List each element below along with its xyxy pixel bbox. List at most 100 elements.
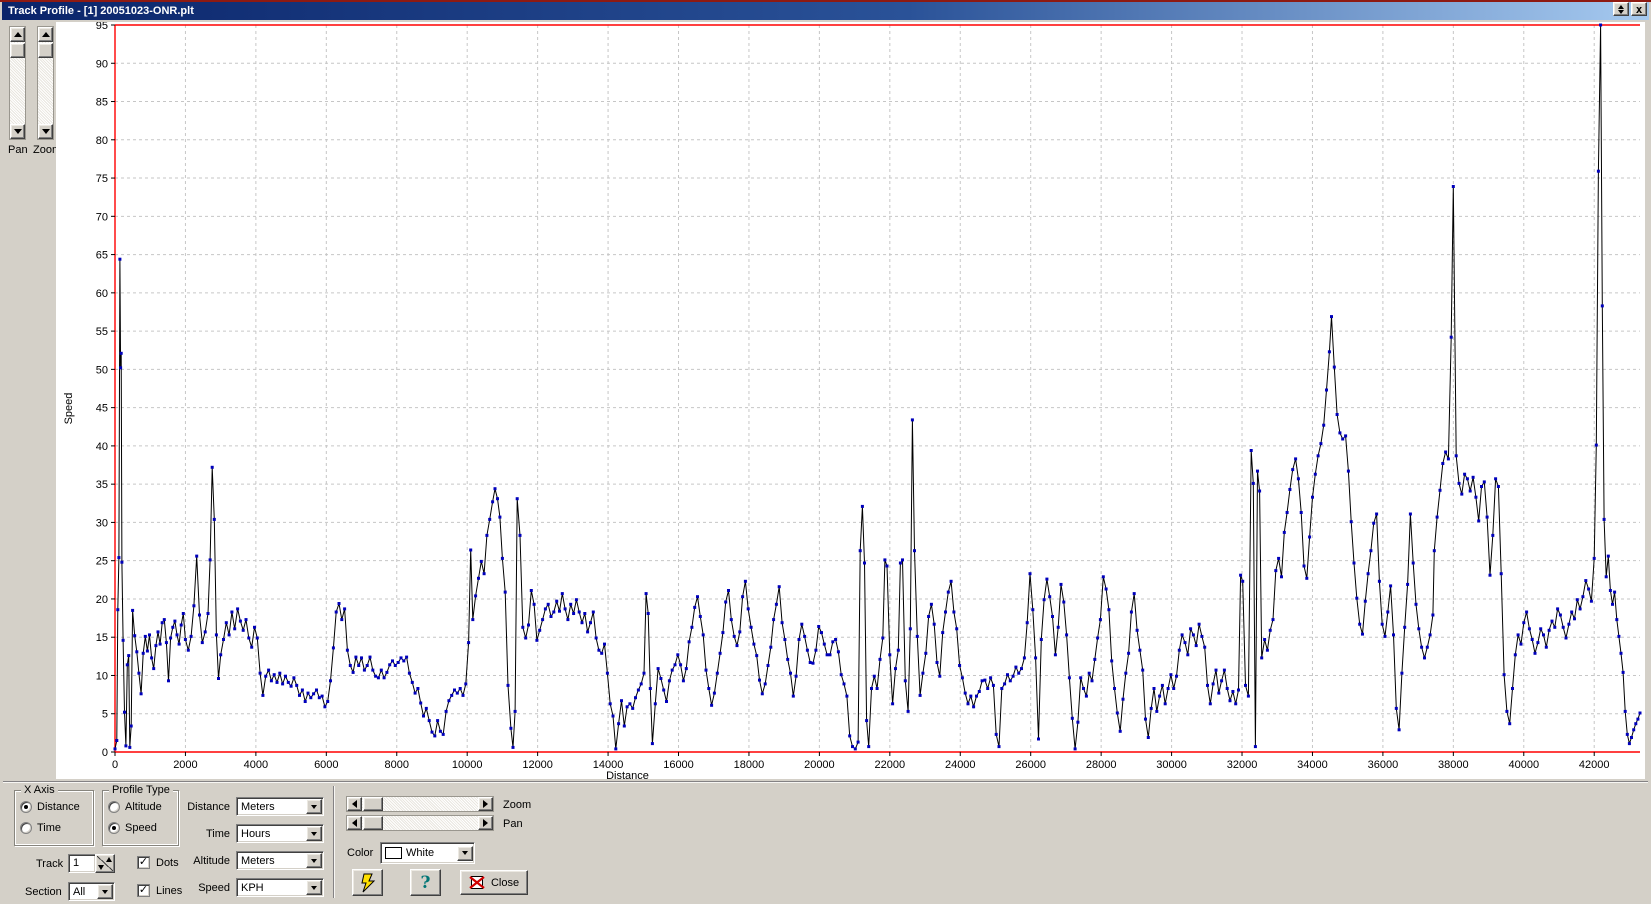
zoom-hscrollbar-label: Zoom: [503, 799, 531, 811]
window-title: Track Profile - [1] 20051023-ONR.plt: [2, 5, 194, 17]
pan-h-thumb[interactable]: [363, 816, 383, 830]
spin-down-icon: [98, 865, 104, 870]
chevron-down-icon: [311, 832, 317, 836]
panel-separator: [333, 786, 335, 898]
dropdown-button[interactable]: [306, 826, 322, 841]
track-input[interactable]: 1: [68, 854, 96, 873]
svg-text:55: 55: [96, 326, 108, 338]
svg-text:26000: 26000: [1015, 759, 1046, 771]
question-mark-icon: ?: [421, 873, 431, 893]
time-unit-combobox[interactable]: Hours: [236, 824, 324, 843]
svg-text:50: 50: [96, 364, 108, 376]
time-unit-label: Time: [160, 828, 230, 840]
close-button-label: Close: [491, 877, 519, 889]
pan-up-button[interactable]: [10, 27, 25, 42]
svg-text:45: 45: [96, 403, 108, 415]
color-combobox[interactable]: White: [380, 842, 475, 864]
zoom-left-button[interactable]: [347, 797, 362, 811]
svg-text:2000: 2000: [173, 759, 197, 771]
svg-text:28000: 28000: [1086, 759, 1117, 771]
color-value: White: [402, 847, 457, 859]
track-profile-chart[interactable]: 0510152025303540455055606570758085909502…: [56, 22, 1645, 779]
arrow-up-icon: [14, 32, 22, 37]
distance-unit-label: Distance: [160, 801, 230, 813]
svg-text:8000: 8000: [385, 759, 409, 771]
zoom-up-button[interactable]: [38, 27, 53, 42]
rollup-icon: [1618, 5, 1624, 9]
pan-right-button[interactable]: [478, 816, 493, 830]
radio-x-axis-distance[interactable]: Distance: [20, 801, 80, 813]
svg-text:10000: 10000: [452, 759, 483, 771]
zoom-down-button[interactable]: [38, 124, 53, 139]
speed-unit-label: Speed: [160, 882, 230, 894]
track-spinner[interactable]: [95, 854, 115, 873]
svg-text:22000: 22000: [875, 759, 906, 771]
radio-label: Distance: [37, 801, 80, 813]
pan-horizontal-scrollbar[interactable]: [346, 815, 494, 831]
radio-profile-altitude[interactable]: Altitude: [108, 801, 162, 813]
speed-vs-distance-plot: 0510152025303540455055606570758085909502…: [56, 22, 1645, 779]
help-button[interactable]: ?: [410, 869, 441, 896]
dots-checkbox[interactable]: ✓: [137, 856, 150, 869]
profile-type-group-legend: Profile Type: [109, 784, 173, 796]
svg-text:4000: 4000: [244, 759, 268, 771]
zoom-right-button[interactable]: [478, 797, 493, 811]
radio-icon[interactable]: [108, 801, 120, 813]
replot-button[interactable]: [352, 869, 383, 896]
svg-text:70: 70: [96, 211, 108, 223]
lines-checkbox[interactable]: ✓: [137, 884, 150, 897]
radio-icon[interactable]: [108, 822, 120, 834]
svg-text:30: 30: [96, 517, 108, 529]
chevron-down-icon: [311, 859, 317, 863]
pan-left-button[interactable]: [347, 816, 362, 830]
dropdown-button[interactable]: [97, 884, 113, 899]
close-icon: x: [1636, 3, 1643, 16]
dropdown-button[interactable]: [306, 799, 322, 814]
zoom-vertical-scrollbar[interactable]: [37, 26, 54, 140]
dropdown-button[interactable]: [306, 853, 322, 868]
radio-x-axis-time[interactable]: Time: [20, 822, 61, 834]
dropdown-button[interactable]: [457, 846, 473, 861]
yellow-arrow-icon: [359, 873, 377, 893]
radio-icon[interactable]: [20, 801, 32, 813]
pan-hscrollbar-label: Pan: [503, 818, 523, 830]
arrow-up-icon: [42, 32, 50, 37]
radio-profile-speed[interactable]: Speed: [108, 822, 157, 834]
rollup-button[interactable]: [1613, 2, 1629, 16]
svg-text:35: 35: [96, 479, 108, 491]
altitude-unit-label: Altitude: [160, 855, 230, 867]
pan-down-button[interactable]: [10, 124, 25, 139]
svg-text:75: 75: [96, 173, 108, 185]
pan-scrollbar-thumb[interactable]: [10, 43, 25, 58]
svg-text:5: 5: [102, 709, 108, 721]
section-combobox[interactable]: All: [68, 882, 115, 901]
svg-text:38000: 38000: [1438, 759, 1469, 771]
title-bar: Track Profile - [1] 20051023-ONR.plt: [2, 2, 1649, 20]
svg-text:18000: 18000: [734, 759, 765, 771]
radio-label: Time: [37, 822, 61, 834]
dropdown-button[interactable]: [306, 880, 322, 895]
pan-vertical-scrollbar[interactable]: [9, 26, 26, 140]
zoom-h-thumb[interactable]: [363, 797, 383, 811]
distance-unit-combobox[interactable]: Meters: [236, 797, 324, 816]
zoom-scrollbar-thumb[interactable]: [38, 43, 53, 58]
svg-text:10: 10: [96, 670, 108, 682]
svg-text:0: 0: [112, 759, 118, 771]
radio-icon[interactable]: [20, 822, 32, 834]
pan-scrollbar-label: Pan: [8, 144, 28, 156]
altitude-unit-value: Meters: [237, 855, 306, 867]
spin-up-icon: [106, 857, 112, 862]
svg-text:85: 85: [96, 97, 108, 109]
window-close-button[interactable]: x: [1631, 2, 1647, 16]
x-axis-group-legend: X Axis: [21, 784, 58, 796]
arrow-right-icon: [483, 800, 488, 808]
zoom-horizontal-scrollbar[interactable]: [346, 796, 494, 812]
svg-text:65: 65: [96, 250, 108, 262]
chevron-down-icon: [462, 851, 468, 855]
close-button[interactable]: Close: [460, 870, 528, 895]
altitude-unit-combobox[interactable]: Meters: [236, 851, 324, 870]
arrow-left-icon: [352, 800, 357, 808]
svg-text:32000: 32000: [1227, 759, 1258, 771]
time-unit-value: Hours: [237, 828, 306, 840]
speed-unit-combobox[interactable]: KPH: [236, 878, 324, 897]
